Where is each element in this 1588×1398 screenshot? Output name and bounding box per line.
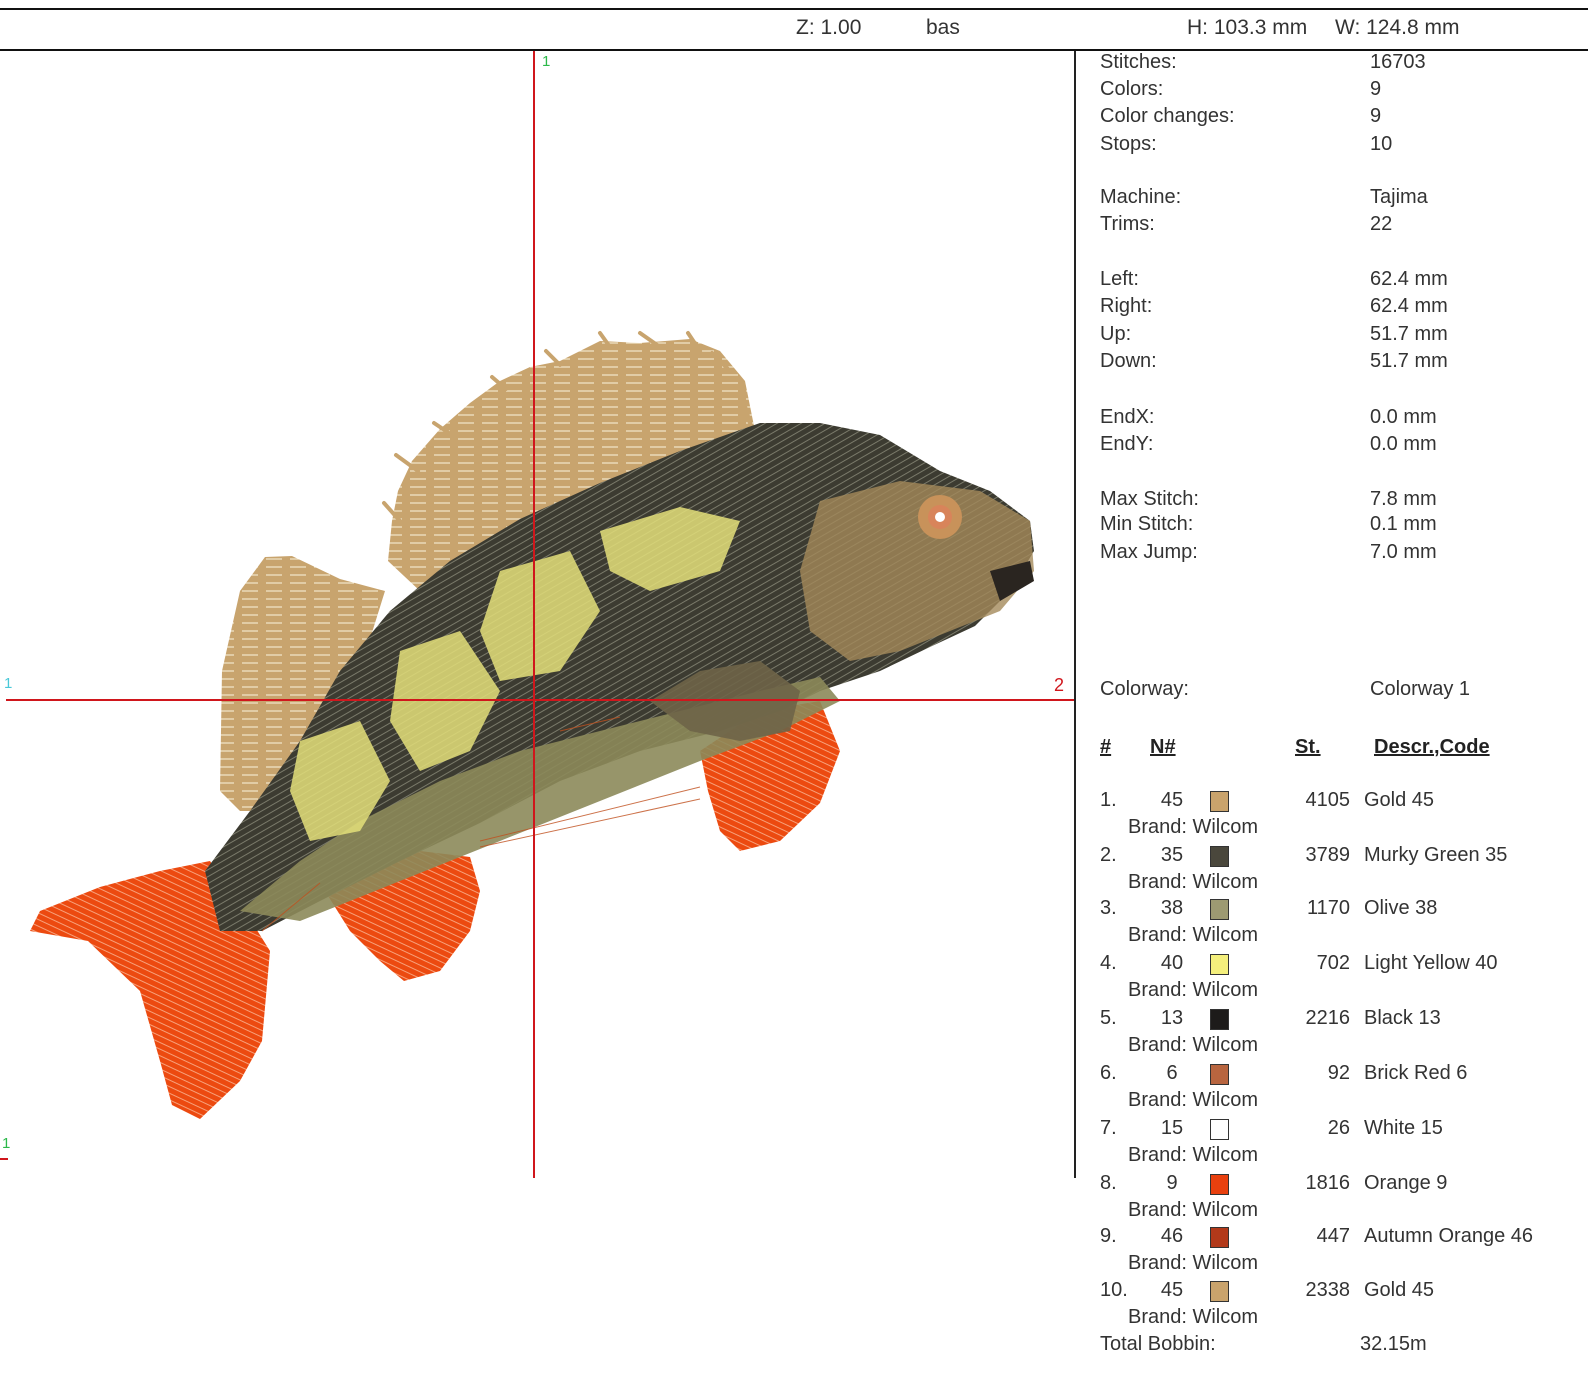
stat-max-stitch: Max Stitch: 7.8 mm xyxy=(1100,488,1437,510)
color-swatch xyxy=(1210,1227,1229,1248)
color-row: 10. 45 2338 Gold 45 Brand: Wilcom xyxy=(1100,1279,1435,1328)
color-swatch xyxy=(1210,954,1229,975)
col-header-stitches: St. xyxy=(1295,736,1321,758)
axis-label-top: 1 xyxy=(542,53,551,70)
color-row: 9. 46 447 Autumn Orange 46 Brand: Wilcom xyxy=(1100,1225,1533,1274)
color-row: 2. 35 3789 Murky Green 35 Brand: Wilcom xyxy=(1100,844,1508,893)
stat-machine: Machine: Tajima xyxy=(1100,186,1428,208)
embroidered-fish-icon xyxy=(0,51,1076,1178)
color-row: 6. 6 92 Brick Red 6 Brand: Wilcom xyxy=(1100,1062,1468,1111)
color-swatch xyxy=(1210,1064,1229,1085)
color-row: 7. 15 26 White 15 Brand: Wilcom xyxy=(1100,1117,1443,1166)
color-swatch xyxy=(1210,1009,1229,1030)
axis-label-right: 2 xyxy=(1054,675,1065,695)
color-row: 5. 13 2216 Black 13 Brand: Wilcom xyxy=(1100,1007,1441,1056)
stat-colors: Colors: 9 xyxy=(1100,78,1382,100)
stat-end-x: EndX: 0.0 mm xyxy=(1100,406,1437,428)
view-mode: bas xyxy=(926,16,960,39)
stat-colorway: Colorway: Colorway 1 xyxy=(1100,678,1471,700)
stat-min-stitch: Min Stitch: 0.1 mm xyxy=(1100,513,1437,535)
color-swatch xyxy=(1210,846,1229,867)
col-header-description: Descr.,Code xyxy=(1374,736,1490,758)
zoom-level: Z: 1.00 xyxy=(796,16,862,39)
stat-up: Up: 51.7 mm xyxy=(1100,323,1448,345)
stat-down: Down: 51.7 mm xyxy=(1100,350,1448,372)
color-swatch xyxy=(1210,1281,1229,1302)
axis-label-left: 1 xyxy=(4,675,13,692)
col-header-needle: N# xyxy=(1150,736,1176,758)
stat-trims: Trims: 22 xyxy=(1100,213,1393,235)
design-info-panel: Stitches: 16703 Colors: 9 Color changes: 9 … xyxy=(1088,51,1588,1398)
stat-stops: Stops: 10 xyxy=(1100,133,1393,155)
col-header-index: # xyxy=(1100,736,1112,758)
color-swatch xyxy=(1210,791,1229,812)
stat-stitches: Stitches: 16703 xyxy=(1100,51,1426,73)
stat-end-y: EndY: 0.0 mm xyxy=(1100,433,1437,455)
stat-left: Left: 62.4 mm xyxy=(1100,268,1448,290)
design-height: H: 103.3 mm xyxy=(1187,16,1308,39)
color-swatch xyxy=(1210,1119,1229,1140)
stat-right: Right: 62.4 mm xyxy=(1100,295,1448,317)
color-row: 4. 40 702 Light Yellow 40 Brand: Wilcom xyxy=(1100,952,1498,1001)
color-swatch xyxy=(1210,899,1229,920)
design-canvas[interactable]: 1 1 2 1 xyxy=(0,51,1088,1201)
axis-label-bottom-left: 1 xyxy=(2,1135,11,1152)
color-row: 8. 9 1816 Orange 9 Brand: Wilcom xyxy=(1100,1172,1448,1221)
color-swatch xyxy=(1210,1174,1229,1195)
design-width: W: 124.8 mm xyxy=(1335,16,1460,39)
design-header-bar: Z: 1.00 bas H: 103.3 mm W: 124.8 mm xyxy=(0,8,1588,51)
stat-color-changes: Color changes: 9 xyxy=(1100,105,1382,127)
total-bobbin: Total Bobbin: 32.15m xyxy=(1100,1333,1427,1355)
color-row: 3. 38 1170 Olive 38 Brand: Wilcom xyxy=(1100,897,1438,946)
color-row: 1. 45 4105 Gold 45 Brand: Wilcom xyxy=(1100,789,1435,838)
stat-max-jump: Max Jump: 7.0 mm xyxy=(1100,541,1437,563)
